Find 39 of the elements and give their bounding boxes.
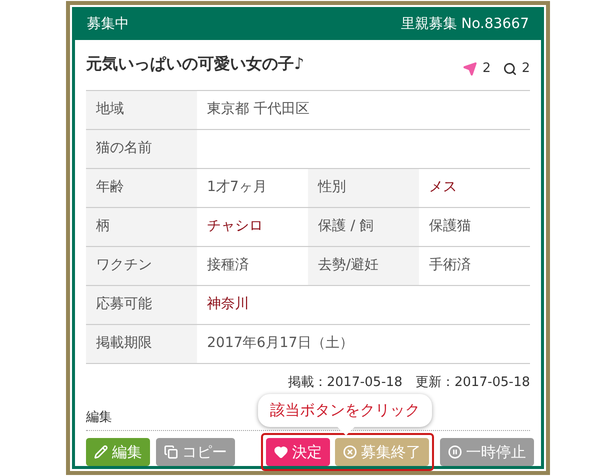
field-value: 保護猫 bbox=[429, 217, 471, 236]
field-value: 東京都 千代田区 bbox=[207, 100, 310, 119]
field-label: 柄 bbox=[86, 208, 197, 246]
field-label: 猫の名前 bbox=[86, 130, 197, 168]
date-info: 掲載：2017-05-18 更新：2017-05-18 bbox=[288, 374, 530, 392]
pause-circle-icon bbox=[448, 445, 462, 459]
field-label: ワクチン bbox=[86, 246, 197, 284]
callout-text: 該当ボタンをクリック bbox=[270, 401, 420, 419]
field-value: メス bbox=[429, 178, 457, 197]
stat-count: 2 bbox=[482, 60, 491, 78]
paper-plane-icon bbox=[463, 62, 478, 76]
field-label: 掲載期限 bbox=[86, 324, 197, 362]
field-label: 年齢 bbox=[86, 168, 197, 206]
copy-button[interactable]: コピー bbox=[156, 438, 235, 466]
decide-button[interactable]: 決定 bbox=[266, 438, 330, 466]
heart-icon bbox=[274, 445, 288, 459]
field-value: 1才7ヶ月 bbox=[207, 178, 267, 197]
search-icon bbox=[502, 62, 517, 76]
status-text: 募集中 bbox=[87, 15, 129, 34]
edit-button[interactable]: 編集 bbox=[86, 438, 150, 466]
field-label: 地域 bbox=[86, 90, 197, 128]
x-circle-icon bbox=[343, 445, 357, 459]
stat-count: 2 bbox=[522, 60, 530, 78]
close-recruitment-button[interactable]: 募集終了 bbox=[335, 438, 429, 466]
field-label: 応募可能 bbox=[86, 286, 197, 324]
pause-button[interactable]: 一時停止 bbox=[440, 438, 534, 466]
field-label: 保護 / 飼 bbox=[308, 208, 419, 246]
section-label: 編集 bbox=[86, 410, 112, 425]
field-value: 接種済 bbox=[207, 256, 249, 275]
pencil-icon bbox=[94, 445, 108, 459]
field-label: 性別 bbox=[308, 168, 419, 206]
field-value: 神奈川 bbox=[207, 295, 249, 314]
listing-number: 里親募集 No.83667 bbox=[400, 15, 529, 34]
field-value: 2017年6月17日（土） bbox=[207, 334, 354, 353]
field-value: 手術済 bbox=[429, 256, 471, 275]
field-value: チャシロ bbox=[207, 217, 263, 236]
copy-icon bbox=[164, 445, 178, 459]
field-label: 去勢/避妊 bbox=[308, 246, 419, 284]
listing-title: 元気いっぱいの可愛い女の子♪ bbox=[86, 52, 304, 74]
